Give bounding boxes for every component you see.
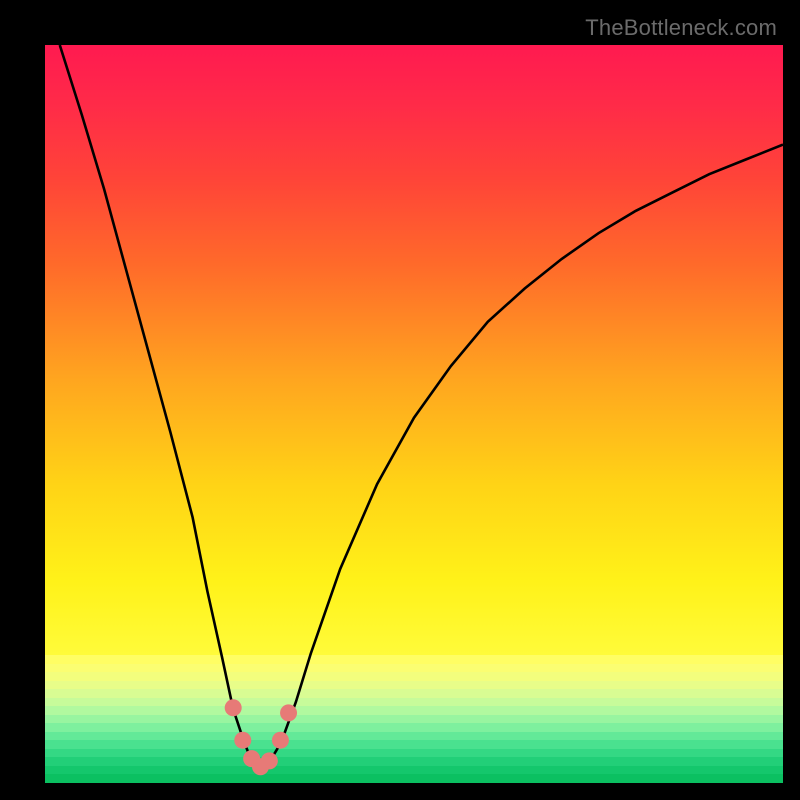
curve-markers bbox=[225, 699, 297, 775]
curve-marker bbox=[261, 752, 278, 769]
bottleneck-curve bbox=[45, 45, 783, 783]
curve-marker bbox=[225, 699, 242, 716]
curve-marker bbox=[280, 704, 297, 721]
chart-frame: TheBottleneck.com bbox=[13, 13, 787, 787]
curve-marker bbox=[272, 732, 289, 749]
curve-marker bbox=[234, 732, 251, 749]
plot-area bbox=[45, 45, 783, 783]
watermark-text: TheBottleneck.com bbox=[585, 15, 777, 41]
curve-path bbox=[60, 45, 783, 768]
